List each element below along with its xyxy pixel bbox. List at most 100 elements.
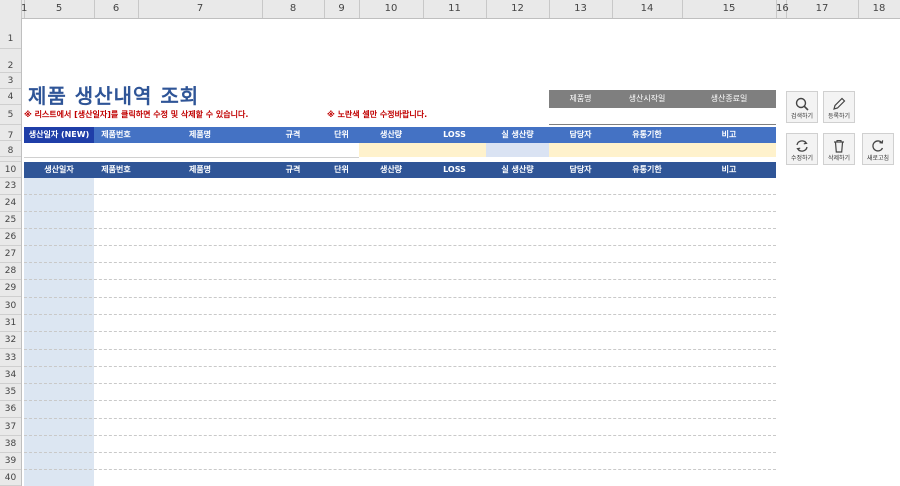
- entry-unit-header: 단위: [334, 130, 349, 139]
- entry-qty-loss-cell[interactable]: [359, 143, 486, 157]
- entry-header-band: 생산일자 (NEW) 제품번호 제품명 규격 단위 생산량 LOSS 실 생산량…: [24, 127, 776, 143]
- list-header-band: 생산일자 제품번호 제품명 규격 단위 생산량 LOSS 실 생산량 담당자 유…: [24, 162, 776, 178]
- column-header-bar: 1 5 6 7 8 9 10 11 12 13 14 15 16 17 18: [0, 0, 900, 19]
- entry-product-cells[interactable]: [94, 143, 359, 158]
- table-row[interactable]: [24, 245, 776, 246]
- row-header[interactable]: 30: [0, 297, 21, 315]
- search-product-input[interactable]: [549, 108, 612, 124]
- entry-date-header[interactable]: 생산일자 (NEW): [24, 127, 94, 143]
- table-row[interactable]: [24, 435, 776, 436]
- column-header[interactable]: 17: [786, 0, 859, 18]
- row-header[interactable]: 36: [0, 401, 21, 418]
- search-button-label: 검색하기: [790, 113, 814, 120]
- table-row[interactable]: [24, 331, 776, 332]
- list-name-header: 제품명: [188, 165, 212, 174]
- delete-button-label: 삭제하기: [827, 155, 851, 162]
- row-header[interactable]: 40: [0, 470, 21, 486]
- column-header[interactable]: 12: [486, 0, 550, 18]
- row-header[interactable]: 7: [0, 125, 21, 141]
- entry-qty-header: 생산량: [379, 130, 403, 139]
- page-title: 제품 생산내역 조회: [28, 84, 200, 108]
- entry-spec-header: 규격: [285, 130, 301, 139]
- row-header[interactable]: 23: [0, 178, 21, 195]
- list-person-header: 담당자: [569, 165, 592, 174]
- row-header[interactable]: 39: [0, 453, 21, 470]
- search-criteria-underline: [549, 124, 776, 125]
- column-header[interactable]: 10: [359, 0, 424, 18]
- edit-button[interactable]: 수정하기: [786, 133, 818, 165]
- table-row[interactable]: [24, 366, 776, 367]
- row-header[interactable]: 24: [0, 195, 21, 212]
- edit-button-label: 수정하기: [790, 155, 814, 162]
- entry-real-qty-header: 실 생산량: [501, 130, 534, 139]
- row-header[interactable]: 37: [0, 418, 21, 436]
- entry-real-qty-cell: [486, 143, 549, 157]
- column-header[interactable]: 5: [24, 0, 95, 18]
- search-start-date-label: 생산시작일: [628, 94, 666, 103]
- table-row[interactable]: [24, 297, 776, 298]
- column-header[interactable]: 15: [682, 0, 777, 18]
- delete-button[interactable]: 삭제하기: [823, 133, 855, 165]
- entry-loss-header: LOSS: [443, 130, 466, 139]
- row-header[interactable]: 32: [0, 332, 21, 349]
- row-header[interactable]: 27: [0, 246, 21, 263]
- search-button[interactable]: 검색하기: [786, 91, 818, 123]
- row-header[interactable]: 25: [0, 212, 21, 229]
- table-row[interactable]: [24, 452, 776, 453]
- list-expiry-header: 유통기한: [632, 165, 662, 174]
- refresh-icon: [872, 140, 884, 152]
- entry-date-cell[interactable]: [24, 143, 94, 158]
- column-header[interactable]: 18: [858, 0, 900, 18]
- table-row[interactable]: [24, 211, 776, 212]
- entry-input-row: [24, 143, 776, 158]
- column-header[interactable]: 8: [262, 0, 325, 18]
- table-row[interactable]: [24, 262, 776, 263]
- row-header[interactable]: 5: [0, 105, 21, 125]
- register-button-label: 등록하기: [827, 113, 851, 120]
- column-header[interactable]: 11: [423, 0, 487, 18]
- row-header[interactable]: 2: [0, 49, 21, 73]
- row-header[interactable]: 4: [0, 89, 21, 105]
- table-row[interactable]: [24, 349, 776, 350]
- row-header[interactable]: 26: [0, 229, 21, 246]
- row-header[interactable]: 28: [0, 263, 21, 280]
- table-row[interactable]: [24, 383, 776, 384]
- row-header[interactable]: 33: [0, 349, 21, 367]
- search-end-date-input[interactable]: [682, 108, 776, 124]
- refresh-button-label: 새로고침: [866, 155, 890, 162]
- row-header[interactable]: 3: [0, 73, 21, 89]
- instruction-note: ※ 리스트에서 [생산일자]를 클릭하면 수정 및 삭제할 수 있습니다.: [24, 110, 249, 119]
- row-header[interactable]: 31: [0, 315, 21, 332]
- row-header[interactable]: 34: [0, 367, 21, 384]
- entry-name-header: 제품명: [188, 130, 212, 139]
- row-header[interactable]: 8: [0, 141, 21, 157]
- table-row[interactable]: [24, 228, 776, 229]
- table-row[interactable]: [24, 194, 776, 195]
- column-header[interactable]: 9: [324, 0, 360, 18]
- row-header[interactable]: 10: [0, 162, 21, 178]
- column-header[interactable]: 6: [94, 0, 139, 18]
- column-header[interactable]: 13: [549, 0, 613, 18]
- list-memo-header: 비고: [721, 165, 737, 174]
- select-all-corner[interactable]: [0, 0, 22, 18]
- column-header[interactable]: 7: [138, 0, 263, 18]
- pencil-icon: [833, 97, 846, 110]
- row-header[interactable]: 35: [0, 384, 21, 401]
- table-row[interactable]: [24, 418, 776, 419]
- row-header[interactable]: 38: [0, 436, 21, 453]
- search-start-date-input[interactable]: [612, 108, 682, 124]
- entry-person-expiry-memo-cell[interactable]: [549, 143, 776, 157]
- row-header[interactable]: 29: [0, 280, 21, 297]
- refresh-button[interactable]: 새로고침: [862, 133, 894, 165]
- row-header[interactable]: 1: [0, 18, 21, 49]
- entry-person-header: 담당자: [569, 130, 592, 139]
- column-header[interactable]: 14: [612, 0, 683, 18]
- list-date-column[interactable]: [24, 178, 94, 486]
- register-button[interactable]: 등록하기: [823, 91, 855, 123]
- table-row[interactable]: [24, 469, 776, 470]
- row-header-bar: 1 2 3 4 5 7 8 10 23 24 25 26 27 28 29 30…: [0, 18, 22, 486]
- table-row[interactable]: [24, 314, 776, 315]
- search-end-date-label: 생산종료일: [710, 94, 748, 103]
- table-row[interactable]: [24, 279, 776, 280]
- table-row[interactable]: [24, 400, 776, 401]
